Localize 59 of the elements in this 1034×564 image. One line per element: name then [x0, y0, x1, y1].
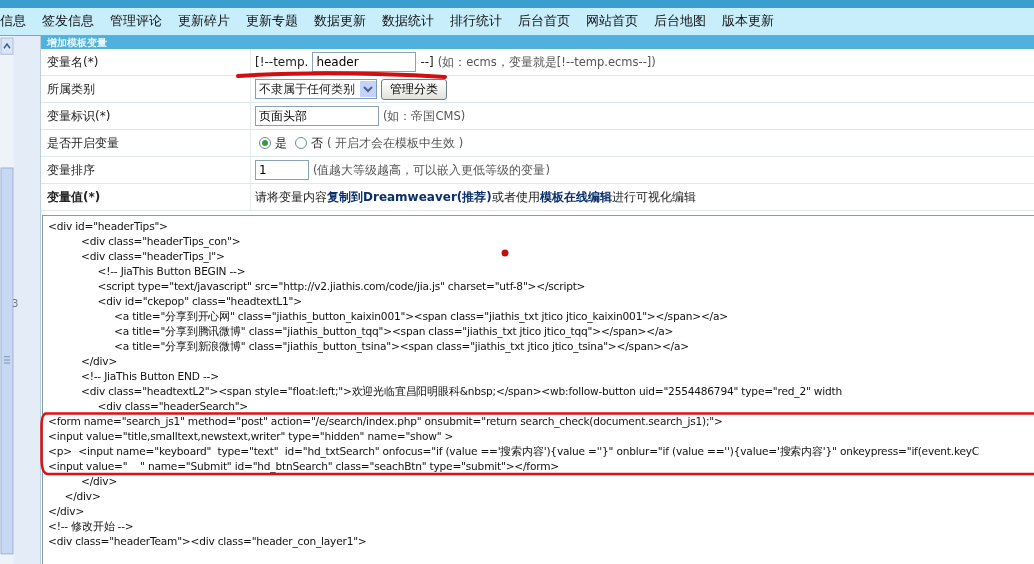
field-label: 是否开启变量 — [41, 130, 251, 156]
category-select[interactable]: 不隶属于任何类别 — [255, 79, 377, 99]
code-line: <div class="headerSearch"> — [96, 399, 248, 414]
menu-item[interactable]: 管理评论 — [102, 13, 170, 30]
code-line: <a title="分享到开心网" class="jiathis_button_kaixin001"><span class="jiathis_txt jtico jtico_kaixin001"></span></a> — [113, 309, 728, 324]
code-line: <div class="headerTips_con"> — [80, 234, 241, 249]
text-input[interactable]: 页面头部 — [255, 106, 379, 126]
code-line: </div> — [48, 504, 85, 519]
menu-item[interactable]: 后台首页 — [510, 13, 578, 30]
hint-text: (值越大等级越高，可以嵌入更低等级的变量) — [313, 162, 550, 178]
code-line: <script type="text/javascript" src="http://v2.jiathis.com/code/jia.js" charset="utf-8"></script> — [96, 279, 586, 294]
variable-name-input[interactable]: header — [312, 52, 417, 72]
radio-option[interactable]: 否 — [295, 134, 323, 152]
code-line: <!-- 修改开始 --> — [48, 519, 134, 534]
scrollbar-drawing[interactable] — [0, 36, 14, 564]
manage-category-button[interactable]: 管理分类 — [381, 78, 447, 100]
menu-item[interactable]: 版本更新 — [714, 13, 782, 30]
field-label: 变量标识(*) — [41, 103, 251, 129]
menu-item[interactable]: 排行统计 — [442, 13, 510, 30]
code-line: <!-- JiaThis Button END --> — [80, 369, 219, 384]
code-line: <div class="headtextL2"><span style="float:left;">欢迎光临宜昌阳明眼科&nbsp;</span><wb:follow-button uid="2554486794" type="red_2" width — [80, 384, 842, 399]
code-line: </div> — [80, 474, 118, 489]
code-line: <input value=" " name="Submit" id="hd_btnSearch" class="seachBtn" type="submit"></form> — [48, 459, 559, 474]
line-marker: 3 — [12, 298, 19, 310]
code-line: <!-- JiaThis Button BEGIN --> — [96, 264, 246, 279]
code-line: </div> — [80, 354, 118, 369]
menu-item[interactable]: 更新碎片 — [170, 13, 238, 30]
radio-option[interactable]: 是 — [259, 134, 287, 152]
tag-prefix: [!--temp. — [255, 55, 309, 69]
code-line: <div class="headerTips_l"> — [80, 249, 225, 264]
code-line: <p> <input name="keyboard" type="text" id="hd_txtSearch" onfocus="if (value =='搜索内容'){value =''}" onblur="if (value ==''){value='搜索内容'}" onkeypress="if(event.keyC — [48, 444, 980, 459]
instruction-text: 请将变量内容复制到Dreamweaver(推荐)或者使用模板在线编辑进行可视化编辑 — [255, 188, 696, 206]
hint-text: (如：ecms，变量就是[!--temp.ecms--]) — [437, 54, 656, 70]
code-line: <form name="search_js1" method="post" action="/e/search/index.php" onsubmit="return search_check(document.search_js1);"> — [48, 414, 723, 429]
menu-item[interactable]: 数据统计 — [374, 13, 442, 30]
field-label: 变量名(*) — [41, 49, 251, 75]
hint-text: (如：帝国CMS) — [383, 108, 466, 124]
field-label: 变量排序 — [41, 157, 251, 183]
code-line: <a title="分享到新浪微博" class="jiathis_button_tsina"><span class="jiathis_txt jtico jtico_tsina"></span></a> — [113, 339, 689, 354]
code-line: <div id="headerTips"> — [48, 219, 168, 234]
code-line: <input value="title,smalltext,newstext,writer" type="hidden" name="show" > — [48, 429, 454, 444]
menu-item[interactable]: 网站首页 — [578, 13, 646, 30]
field-label: 所属类别 — [41, 76, 251, 102]
menu-item[interactable]: 信息 — [0, 13, 34, 30]
menu-item[interactable]: 后台地图 — [646, 13, 714, 30]
menu-item[interactable]: 签发信息 — [34, 13, 102, 30]
text-input[interactable]: 1 — [255, 160, 309, 180]
menu-item[interactable]: 数据更新 — [306, 13, 374, 30]
menu-item[interactable]: 更新专题 — [238, 13, 306, 30]
code-line: <div class="headerTeam"><div class="header_con_layer1"> — [48, 534, 367, 549]
dot-mark — [501, 249, 509, 257]
code-line: <div id="ckepop" class="headtextL1"> — [96, 294, 302, 309]
hint-text: ( 开启才会在模板中生效 ) — [327, 135, 464, 151]
tag-suffix: --] — [420, 55, 434, 69]
code-line: <a title="分享到腾讯微博" class="jiathis_button_tqq"><span class="jiathis_txt jtico jtico_tqq"></span></a> — [113, 324, 674, 339]
code-line: </div> — [63, 489, 101, 504]
code-editor[interactable] — [42, 215, 1034, 564]
panel-title: 增加模板变量 — [41, 36, 1034, 49]
field-label: 变量值(*) — [41, 184, 251, 210]
